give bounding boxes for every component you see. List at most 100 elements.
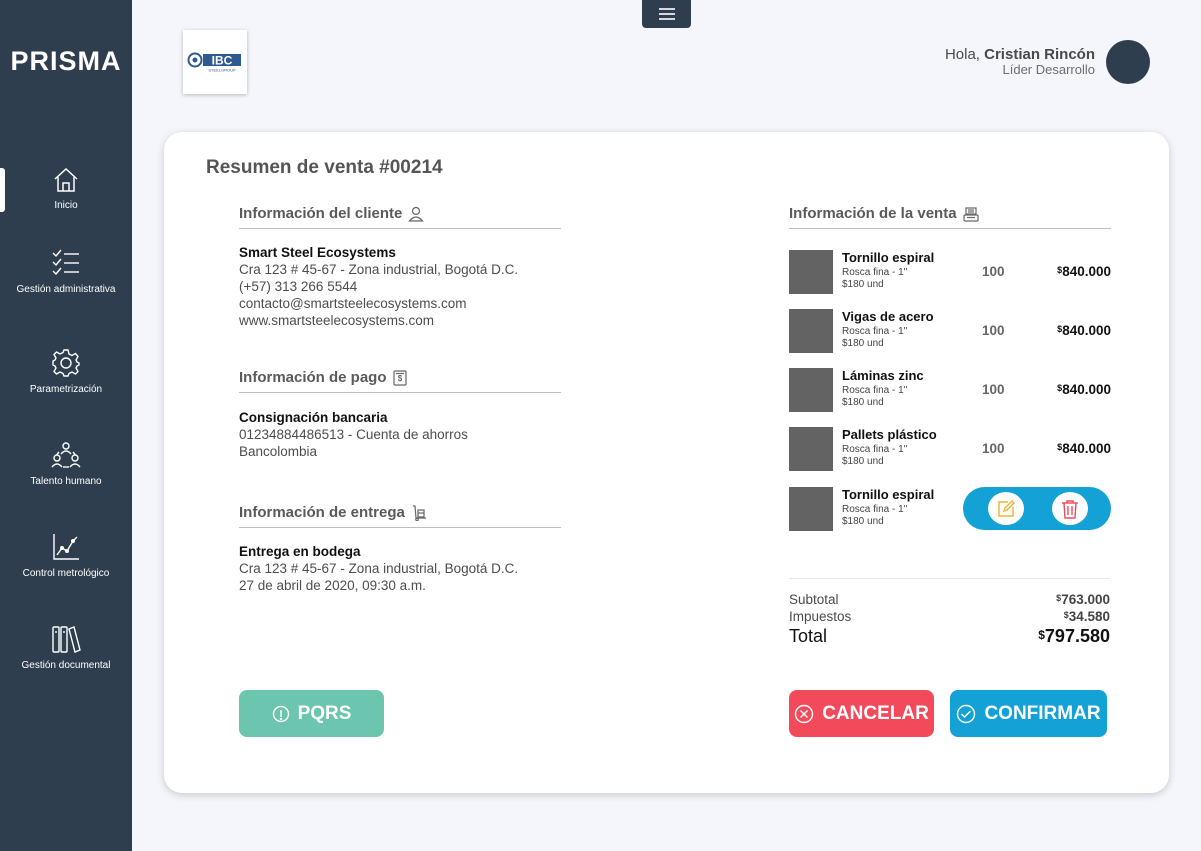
- product-qty: 100: [982, 382, 1005, 397]
- svg-text:IBC: IBC: [212, 54, 233, 68]
- sidebar-item-label: Inicio: [54, 200, 78, 211]
- delivery-method: Entrega en bodega: [239, 544, 361, 559]
- payment-icon: $: [392, 369, 407, 386]
- sidebar-item-control-metrologico[interactable]: Control metrológico: [0, 532, 132, 580]
- hand-truck-icon: [412, 504, 426, 521]
- total-row: Total $797.580: [789, 626, 1110, 647]
- product-name: Láminas zinc: [842, 368, 924, 383]
- edit-button[interactable]: [988, 492, 1024, 525]
- menu-toggle-button[interactable]: [642, 0, 691, 28]
- client-address: Cra 123 # 45-67 - Zona industrial, Bogot…: [239, 262, 519, 277]
- client-phone: (+57) 313 266 5544: [239, 279, 358, 294]
- brand-name: PRISMA: [10, 46, 122, 76]
- cancel-button[interactable]: CANCELAR: [789, 690, 934, 737]
- delivery-section-heading: Información de entrega: [239, 504, 561, 528]
- trash-icon: [1062, 499, 1078, 519]
- product-qty: 100: [982, 323, 1005, 338]
- sale-section-heading: Información de la venta: [789, 205, 1111, 229]
- payment-info: Consignación bancaria 01234884486513 - C…: [239, 409, 468, 460]
- hamburger-icon: [658, 8, 675, 20]
- greeting-text: Hola,: [944, 46, 980, 63]
- subtotal-value: $763.000: [1056, 592, 1110, 607]
- payment-account: 01234884486513 - Cuenta de ahorros: [239, 427, 468, 442]
- product-row[interactable]: Tornillo espiral Rosca fina - 1" $180 und…: [789, 250, 1111, 294]
- delivery-date: 27 de abril de 2020, 09:30 a.m.: [239, 578, 426, 593]
- home-icon: [54, 167, 78, 192]
- company-logo[interactable]: IBC STEELGROUP: [183, 30, 247, 94]
- product-price: $840.000: [1057, 441, 1111, 456]
- product-name: Pallets plástico: [842, 427, 937, 442]
- info-icon: [272, 705, 289, 722]
- payment-section-heading: Información de pago $: [239, 369, 561, 393]
- ibc-logo-icon: IBC STEELGROUP: [187, 52, 241, 73]
- subtotal-row: Subtotal $763.000: [789, 592, 1110, 607]
- product-row[interactable]: Vigas de acero Rosca fina - 1" $180 und 1…: [789, 309, 1111, 353]
- pqrs-button[interactable]: PQRS: [239, 690, 384, 737]
- tax-row: Impuestos $34.580: [789, 609, 1110, 624]
- summary-divider: [789, 578, 1110, 579]
- total-label: Total: [789, 626, 828, 646]
- product-price: $840.000: [1057, 323, 1111, 338]
- user-icon: [408, 206, 425, 222]
- delivery-address: Cra 123 # 45-67 - Zona industrial, Bogot…: [239, 561, 519, 576]
- client-section-heading: Información del cliente: [239, 205, 561, 229]
- sidebar-item-gestion-administrativa[interactable]: Gestión administrativa: [0, 248, 132, 296]
- user-name: Cristian Rincón: [984, 46, 1095, 63]
- payment-bank: Bancolombia: [239, 444, 318, 459]
- books-icon: [52, 626, 81, 653]
- total-value: $797.580: [1038, 626, 1110, 646]
- sidebar-item-parametrizacion[interactable]: Parametrización: [0, 348, 132, 396]
- close-circle-icon: [794, 704, 814, 723]
- checklist-icon: [52, 249, 79, 276]
- tax-value: $34.580: [1063, 609, 1110, 624]
- svg-text:$: $: [397, 374, 402, 383]
- sidebar-item-label: Talento humano: [30, 476, 102, 487]
- payment-method: Consignación bancaria: [239, 410, 388, 425]
- product-row[interactable]: Pallets plástico Rosca fina - 1" $180 und…: [789, 427, 1111, 471]
- product-name: Vigas de acero: [842, 309, 934, 324]
- product-thumbnail: [789, 487, 833, 531]
- sidebar-item-label: Gestión administrativa: [16, 284, 116, 295]
- product-desc: Rosca fina - 1" $180 und: [842, 326, 908, 349]
- user-role: Líder Desarrollo: [1002, 62, 1096, 77]
- svg-text:STEELGROUP: STEELGROUP: [208, 68, 236, 73]
- sidebar-item-label: Gestión documental: [21, 660, 111, 671]
- edit-icon: [998, 499, 1015, 517]
- product-desc: Rosca fina - 1" $180 und: [842, 444, 908, 467]
- confirm-button[interactable]: CONFIRMAR: [950, 690, 1107, 737]
- delete-button[interactable]: [1052, 492, 1088, 525]
- product-price: $840.000: [1057, 382, 1111, 397]
- sidebar-item-gestion-documental[interactable]: Gestión documental: [0, 624, 132, 672]
- page-title: Resumen de venta #00214: [206, 157, 443, 178]
- client-name: Smart Steel Ecosystems: [239, 245, 396, 260]
- sidebar-item-label: Parametrización: [29, 384, 103, 395]
- client-website: www.smartsteelecosystems.com: [239, 313, 435, 328]
- people-icon: [51, 442, 81, 468]
- product-desc: Rosca fina - 1" $180 und: [842, 504, 908, 527]
- avatar[interactable]: [1106, 40, 1150, 84]
- subtotal-label: Subtotal: [789, 592, 839, 607]
- sidebar-item-label: Control metrológico: [22, 568, 110, 579]
- check-circle-icon: [957, 704, 976, 723]
- product-desc: Rosca fina - 1" $180 und: [842, 385, 908, 408]
- product-desc: Rosca fina - 1" $180 und: [842, 267, 908, 290]
- product-thumbnail: [789, 368, 833, 412]
- product-thumbnail: [789, 250, 833, 294]
- user-info: Hola, Cristian Rincón Líder Desarrollo: [945, 47, 1095, 77]
- cash-register-icon: [962, 206, 979, 222]
- sidebar-item-talento-humano[interactable]: Talento humano: [0, 440, 132, 488]
- client-email: contacto@smartsteelecosystems.com: [239, 296, 467, 311]
- product-row[interactable]: Láminas zinc Rosca fina - 1" $180 und 100…: [789, 368, 1111, 412]
- product-price: $840.000: [1057, 264, 1111, 279]
- product-name: Tornillo espiral: [842, 250, 935, 265]
- client-info: Smart Steel Ecosystems Cra 123 # 45-67 -…: [239, 244, 518, 329]
- product-thumbnail: [789, 309, 833, 353]
- product-qty: 100: [982, 264, 1005, 279]
- product-qty: 100: [982, 441, 1005, 456]
- product-thumbnail: [789, 427, 833, 471]
- tax-label: Impuestos: [789, 609, 852, 624]
- gear-icon: [52, 349, 80, 377]
- sidebar-item-inicio[interactable]: Inicio: [0, 166, 132, 212]
- delivery-info: Entrega en bodega Cra 123 # 45-67 - Zona…: [239, 543, 518, 594]
- product-name: Tornillo espiral: [842, 487, 935, 502]
